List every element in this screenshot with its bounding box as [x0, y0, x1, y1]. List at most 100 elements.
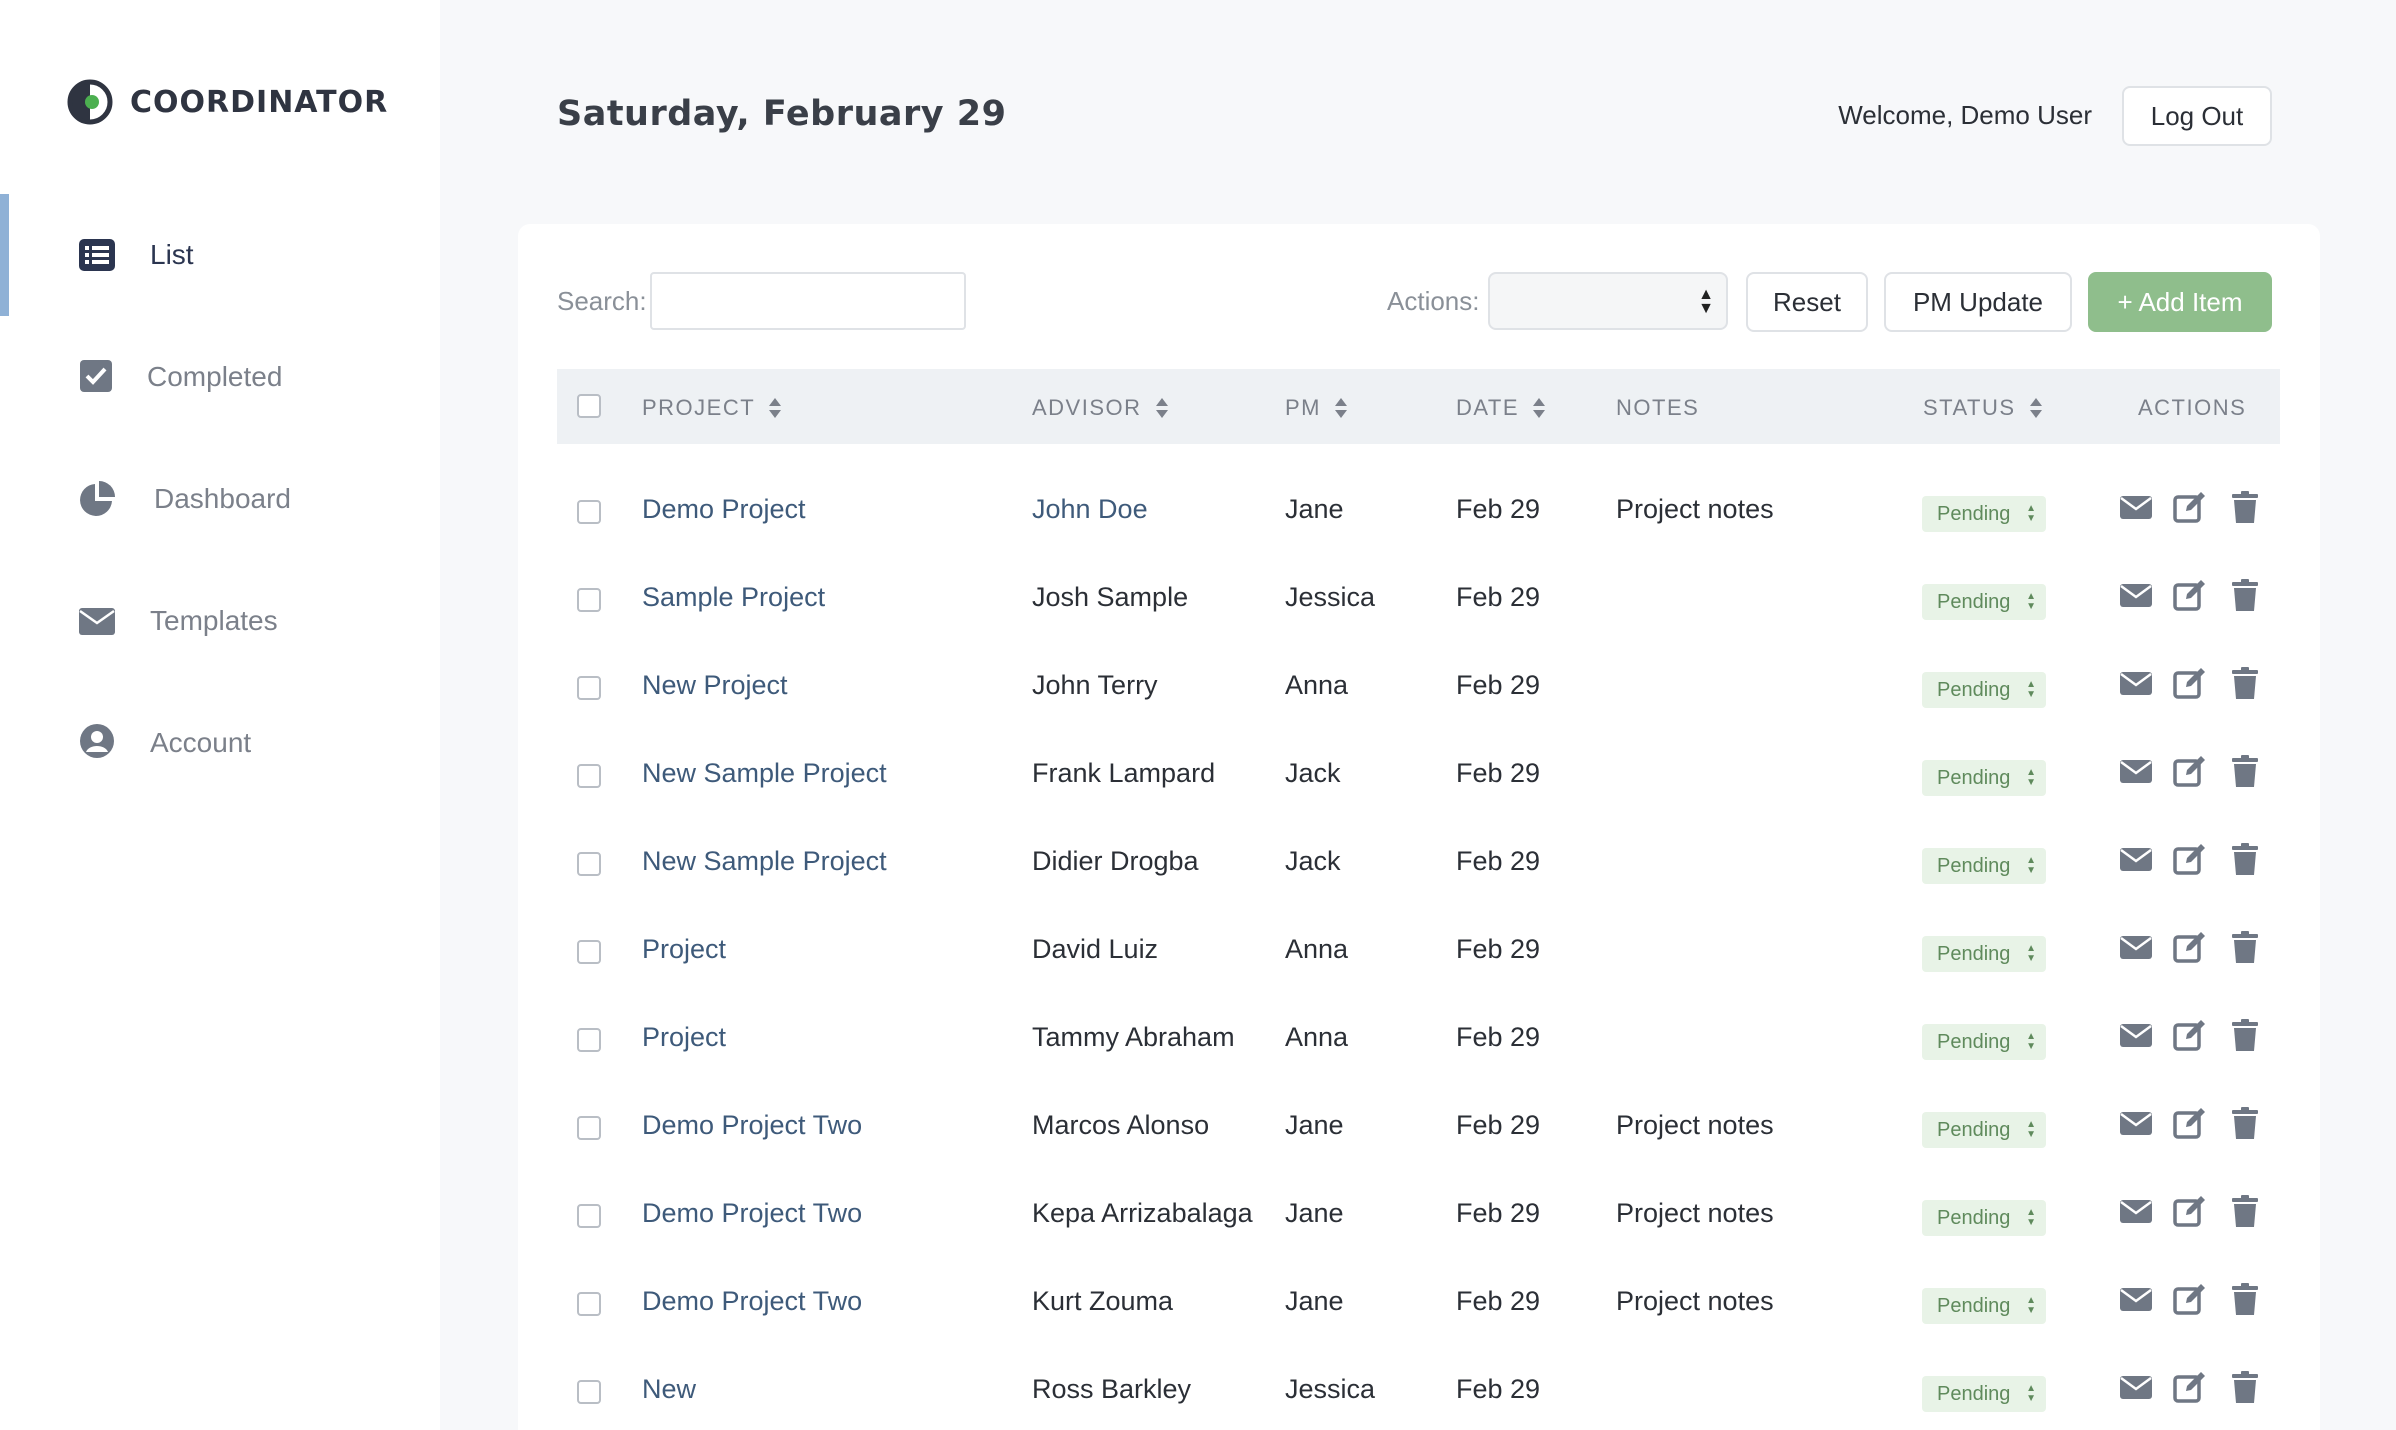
trash-icon[interactable]	[2228, 1106, 2262, 1140]
project-link[interactable]: Project	[642, 1022, 726, 1053]
status-select[interactable]: Pending ▲ ▼	[1922, 1024, 2046, 1060]
edit-icon[interactable]	[2173, 490, 2207, 524]
pie-chart-icon	[80, 481, 115, 516]
project-link[interactable]: New Sample Project	[642, 846, 887, 877]
status-value: Pending	[1937, 942, 2011, 965]
email-icon[interactable]	[2119, 930, 2153, 964]
status-select[interactable]: Pending ▲ ▼	[1922, 1112, 2046, 1148]
select-all-checkbox[interactable]	[577, 394, 601, 418]
trash-icon[interactable]	[2228, 666, 2262, 700]
project-link[interactable]: Demo Project Two	[642, 1198, 862, 1229]
edit-icon[interactable]	[2173, 1106, 2207, 1140]
column-label: PROJECT	[642, 395, 756, 420]
edit-icon[interactable]	[2173, 1370, 2207, 1404]
brand[interactable]: COORDINATOR	[66, 78, 388, 126]
column-header-date[interactable]: DATE	[1456, 395, 1546, 421]
select-caret-icon: ▲ ▼	[2026, 1119, 2036, 1140]
status-select[interactable]: Pending ▲ ▼	[1922, 672, 2046, 708]
status-select[interactable]: Pending ▲ ▼	[1922, 848, 2046, 884]
column-header-project[interactable]: PROJECT	[642, 395, 782, 421]
trash-icon[interactable]	[2228, 578, 2262, 612]
row-checkbox[interactable]	[577, 1116, 601, 1140]
row-checkbox[interactable]	[577, 852, 601, 876]
pm-cell: Jack	[1285, 758, 1341, 788]
row-checkbox[interactable]	[577, 1292, 601, 1316]
trash-icon[interactable]	[2228, 1018, 2262, 1052]
sidebar-item-dashboard[interactable]: Dashboard	[0, 438, 440, 560]
column-header-advisor[interactable]: ADVISOR	[1032, 395, 1168, 421]
email-icon[interactable]	[2119, 1018, 2153, 1052]
select-caret-icon: ▲ ▼	[2026, 1031, 2036, 1052]
sort-icon	[2029, 398, 2042, 418]
pm-cell: Jack	[1285, 846, 1341, 876]
edit-icon[interactable]	[2173, 754, 2207, 788]
status-select[interactable]: Pending ▲ ▼	[1922, 496, 2046, 532]
email-icon[interactable]	[2119, 578, 2153, 612]
email-icon[interactable]	[2119, 1194, 2153, 1228]
status-select[interactable]: Pending ▲ ▼	[1922, 584, 2046, 620]
trash-icon[interactable]	[2228, 1282, 2262, 1316]
project-link[interactable]: New	[642, 1374, 696, 1405]
project-link[interactable]: Sample Project	[642, 582, 825, 613]
trash-icon[interactable]	[2228, 490, 2262, 524]
column-header-pm[interactable]: PM	[1285, 395, 1347, 421]
status-select[interactable]: Pending ▲ ▼	[1922, 936, 2046, 972]
advisor-cell[interactable]: John Doe	[1032, 494, 1148, 525]
reset-button[interactable]: Reset	[1746, 272, 1868, 332]
trash-icon[interactable]	[2228, 1194, 2262, 1228]
project-link[interactable]: New Project	[642, 670, 788, 701]
advisor-cell: Didier Drogba	[1032, 846, 1199, 876]
sidebar-item-templates[interactable]: Templates	[0, 560, 440, 682]
pm-update-button[interactable]: PM Update	[1884, 272, 2072, 332]
search-input[interactable]	[650, 272, 966, 330]
edit-icon[interactable]	[2173, 1194, 2207, 1228]
row-checkbox[interactable]	[577, 676, 601, 700]
email-icon[interactable]	[2119, 1282, 2153, 1316]
select-caret-icon: ▲ ▼	[2026, 679, 2036, 700]
email-icon[interactable]	[2119, 842, 2153, 876]
table-row: Project David Luiz Anna Feb 29 Pending ▲ ▼	[557, 908, 2280, 996]
project-link[interactable]: New Sample Project	[642, 758, 887, 789]
sidebar-item-account[interactable]: Account	[0, 682, 440, 804]
actions-select[interactable]: ▲ ▼	[1488, 272, 1728, 330]
edit-icon[interactable]	[2173, 842, 2207, 876]
status-select[interactable]: Pending ▲ ▼	[1922, 1200, 2046, 1236]
status-value: Pending	[1937, 1118, 2011, 1141]
sort-icon	[1155, 398, 1168, 418]
column-header-status[interactable]: STATUS	[1923, 395, 2042, 421]
trash-icon[interactable]	[2228, 1370, 2262, 1404]
row-checkbox[interactable]	[577, 500, 601, 524]
email-icon[interactable]	[2119, 666, 2153, 700]
edit-icon[interactable]	[2173, 1282, 2207, 1316]
edit-icon[interactable]	[2173, 930, 2207, 964]
email-icon[interactable]	[2119, 1106, 2153, 1140]
row-checkbox[interactable]	[577, 1380, 601, 1404]
email-icon[interactable]	[2119, 1370, 2153, 1404]
edit-icon[interactable]	[2173, 1018, 2207, 1052]
project-link[interactable]: Demo Project Two	[642, 1110, 862, 1141]
email-icon[interactable]	[2119, 754, 2153, 788]
row-checkbox[interactable]	[577, 1204, 601, 1228]
status-select[interactable]: Pending ▲ ▼	[1922, 760, 2046, 796]
sidebar-item-list[interactable]: List	[0, 194, 440, 316]
row-checkbox[interactable]	[577, 764, 601, 788]
email-icon[interactable]	[2119, 490, 2153, 524]
status-value: Pending	[1937, 678, 2011, 701]
project-link[interactable]: Demo Project Two	[642, 1286, 862, 1317]
trash-icon[interactable]	[2228, 842, 2262, 876]
edit-icon[interactable]	[2173, 578, 2207, 612]
trash-icon[interactable]	[2228, 754, 2262, 788]
row-checkbox[interactable]	[577, 1028, 601, 1052]
status-select[interactable]: Pending ▲ ▼	[1922, 1288, 2046, 1324]
sidebar-item-completed[interactable]: Completed	[0, 316, 440, 438]
row-checkbox[interactable]	[577, 940, 601, 964]
trash-icon[interactable]	[2228, 930, 2262, 964]
status-select[interactable]: Pending ▲ ▼	[1922, 1376, 2046, 1412]
project-link[interactable]: Project	[642, 934, 726, 965]
row-checkbox[interactable]	[577, 588, 601, 612]
column-label: ADVISOR	[1032, 395, 1142, 420]
logout-button[interactable]: Log Out	[2122, 86, 2272, 146]
project-link[interactable]: Demo Project	[642, 494, 806, 525]
add-item-button[interactable]: + Add Item	[2088, 272, 2272, 332]
edit-icon[interactable]	[2173, 666, 2207, 700]
